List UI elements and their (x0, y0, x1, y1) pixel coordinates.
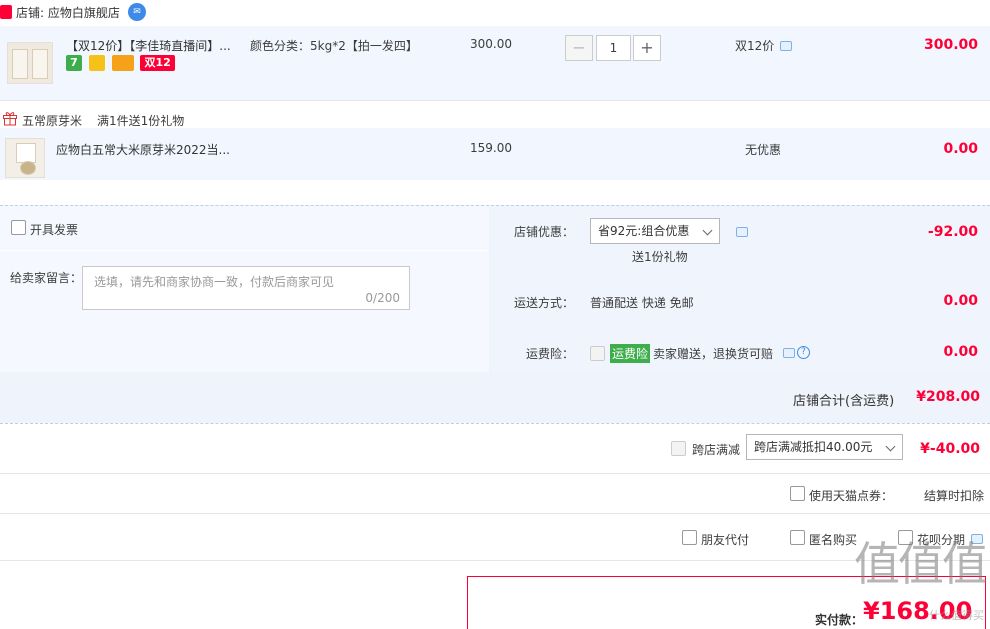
promo-label: 双12价 (735, 39, 775, 53)
unit-price: 300.00 (470, 37, 512, 51)
gift-category: 五常原芽米 (22, 114, 83, 128)
item-subtotal: 300.00 (923, 37, 978, 53)
seven-day-return-icon: 7 (66, 55, 82, 71)
message-label: 给卖家留言： (10, 271, 83, 285)
insurance-value: 卖家赠送，退换货可赔 (653, 347, 774, 361)
points-checkbox[interactable] (790, 486, 805, 501)
promo-label: 无优惠 (745, 143, 782, 157)
double12-badge: 双12 (140, 55, 175, 71)
insurance-checkbox[interactable] (590, 346, 605, 361)
shipping-row: 运送方式： 普通配送 快递 免邮 0.00 (491, 276, 990, 324)
seller-message-textarea[interactable]: 选填，请先和商家协商一致，付款后商家可见 0/200 (82, 266, 410, 310)
shop-total-row: 店铺合计(含运费) ¥208.00 (0, 372, 990, 423)
shop-name[interactable]: 店铺: 应物白旗舰店 (16, 4, 120, 21)
shipping-value: 普通配送 快递 免邮 (590, 296, 694, 310)
discount-amount: -92.00 (927, 224, 978, 240)
unit-price: 159.00 (470, 141, 512, 155)
friend-pay-label: 朋友代付 (701, 533, 750, 547)
invoice-label: 开具发票 (30, 223, 79, 237)
watermark-logo: 值值值 (854, 537, 988, 591)
cross-shop-amount: ¥-40.00 (920, 441, 980, 457)
divider (0, 250, 489, 251)
message-placeholder: 选填，请先和商家协商一致，付款后商家可见 (94, 275, 335, 289)
item-subtotal: 0.00 (943, 141, 978, 157)
item-tags: 7 双12 (66, 55, 175, 71)
guarantee-icon (88, 55, 105, 71)
shop-total-amount: ¥208.00 (916, 389, 980, 405)
chevron-down-icon (885, 441, 896, 452)
insurance-row: 运费险： 运费险 卖家赠送，退换货可赔 ? 0.00 (491, 326, 990, 372)
insurance-tag: 运费险 (610, 344, 651, 363)
shipping-label: 运送方式： (514, 296, 575, 310)
help-icon[interactable]: ? (797, 346, 810, 359)
shipping-amount: 0.00 (943, 293, 978, 309)
item-title[interactable]: 应物白五常大米原芽米2022当... (56, 141, 230, 158)
anonymous-label: 匿名购买 (809, 533, 858, 547)
invoice-checkbox[interactable] (11, 220, 26, 235)
divider (0, 423, 990, 424)
insurance-info-icon[interactable] (783, 348, 795, 358)
insurance-amount: 0.00 (943, 344, 978, 360)
shop-discount-row: 店铺优惠： 省92元:组合优惠 送1份礼物 -92.00 (491, 206, 990, 274)
card-pay-icon (111, 55, 134, 71)
shop-total-label: 店铺合计(含运费) (793, 394, 895, 409)
chevron-down-icon (702, 225, 713, 236)
chat-icon[interactable]: ✉ (128, 3, 146, 21)
gift-rule: 满1件送1份礼物 (97, 114, 185, 128)
quantity-increase-button[interactable]: + (633, 35, 661, 61)
discount-gift-note: 送1份礼物 (632, 250, 688, 264)
discount-info-icon[interactable] (736, 227, 748, 237)
cart-item-2: 应物白五常大米原芽米2022当... 159.00 无优惠 0.00 (0, 128, 990, 180)
message-counter: 0/200 (365, 291, 400, 305)
divider (0, 100, 990, 101)
product-thumbnail[interactable] (5, 138, 45, 178)
gift-icon (3, 112, 17, 126)
friend-pay-checkbox[interactable] (682, 530, 697, 545)
divider (0, 513, 990, 514)
promo-info-icon[interactable] (780, 41, 792, 51)
shop-header: 店铺: 应物白旗舰店 ✉ (0, 0, 990, 24)
discount-label: 店铺优惠： (514, 225, 575, 239)
product-thumbnail[interactable] (7, 42, 53, 84)
anonymous-checkbox[interactable] (790, 530, 805, 545)
points-note: 结算时扣除 (924, 489, 985, 503)
payment-label: 实付款： (815, 613, 864, 627)
item-title[interactable]: 【双12价】【李佳琦直播间】... (66, 37, 231, 54)
discount-selected: 省92元:组合优惠 (598, 224, 690, 238)
discount-select[interactable]: 省92元:组合优惠 (590, 218, 720, 244)
quantity-input[interactable]: 1 (596, 35, 631, 61)
divider (0, 473, 990, 474)
cross-shop-select[interactable]: 跨店满减抵扣40.00元 (746, 434, 903, 460)
item-sku: 颜色分类：5kg*2【拍一发四】 (250, 39, 418, 53)
insurance-label: 运费险： (526, 347, 575, 361)
cross-shop-checkbox[interactable] (671, 441, 686, 456)
cross-shop-selected: 跨店满减抵扣40.00元 (754, 440, 873, 454)
tmall-badge-icon (0, 5, 12, 19)
cross-shop-label: 跨店满减 (692, 443, 741, 457)
points-label: 使用天猫点券： (809, 489, 894, 503)
watermark-sub: 什么值得买 (929, 609, 984, 622)
divider (0, 560, 990, 561)
quantity-decrease-button[interactable]: − (565, 35, 593, 61)
cart-item-1: 【双12价】【李佳琦直播间】... 7 双12 颜色分类：5kg*2【拍一发四】… (0, 26, 990, 100)
